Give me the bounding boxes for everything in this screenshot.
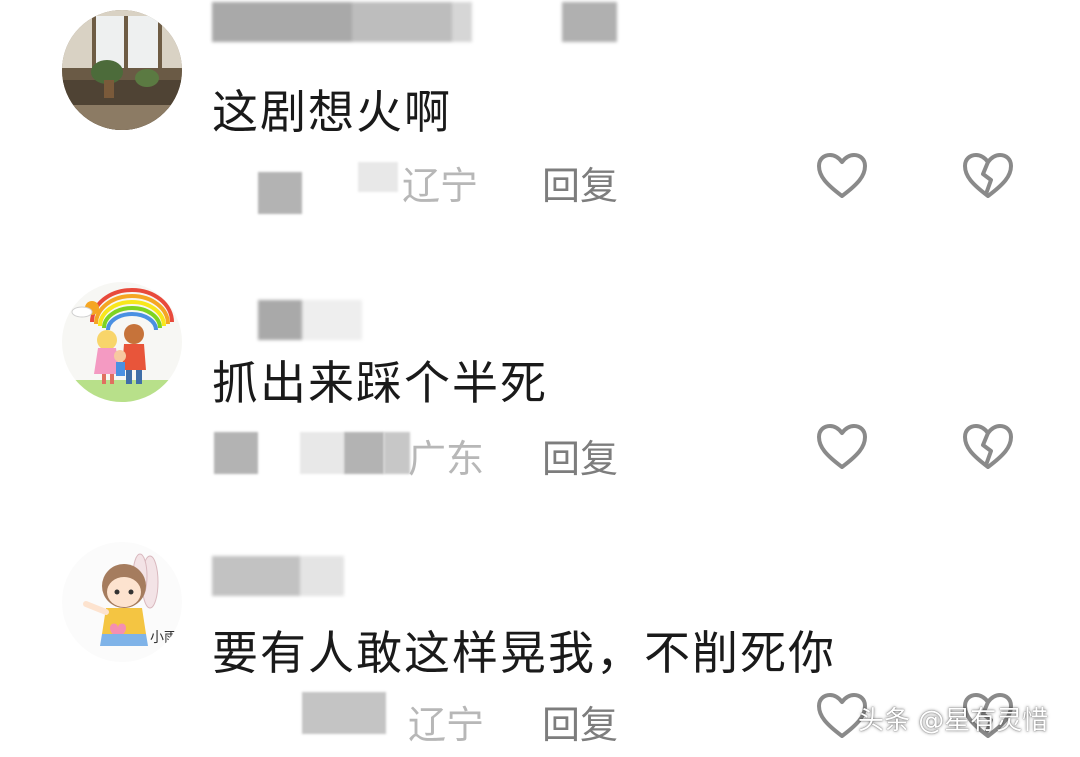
- avatar-image: [62, 10, 182, 130]
- meta-redacted: [258, 162, 408, 216]
- comment-text: 要有人敢这样晃我，不削死你: [212, 626, 836, 680]
- meta-redacted: [214, 432, 414, 476]
- broken-heart-icon: [963, 424, 1013, 469]
- heart-outline-icon: [817, 153, 867, 198]
- reply-button[interactable]: 回复: [542, 155, 618, 210]
- reply-button[interactable]: 回复: [542, 428, 618, 483]
- broken-heart-icon: [963, 153, 1013, 198]
- meta-redacted: [302, 692, 402, 736]
- reply-button[interactable]: 回复: [542, 694, 618, 749]
- dislike-button[interactable]: [962, 152, 1014, 200]
- username-redacted: [212, 556, 352, 600]
- dislike-button[interactable]: [962, 423, 1014, 471]
- heart-outline-icon: [817, 424, 867, 469]
- comment-text: 这剧想火啊: [212, 85, 452, 139]
- comment-text: 抓出来踩个半死: [212, 356, 548, 410]
- like-button[interactable]: [816, 423, 868, 471]
- comment-item: 抓出来踩个半死 广东 回复: [0, 270, 1080, 510]
- comment-item: 这剧想火啊 辽宁 回复: [0, 0, 1080, 250]
- avatar-caption: 小雨: [150, 630, 178, 646]
- avatar[interactable]: [62, 282, 182, 402]
- avatar-image: 小雨: [62, 542, 182, 662]
- avatar-image: [62, 282, 182, 402]
- location-label: 辽宁: [408, 703, 485, 747]
- username-redacted: [258, 300, 458, 344]
- avatar[interactable]: [62, 10, 182, 130]
- watermark: 头条 @星有灵惜: [858, 706, 1049, 736]
- like-button[interactable]: [816, 152, 868, 200]
- location-label: 广东: [408, 437, 485, 481]
- username-redacted: [212, 2, 617, 46]
- location-label: 辽宁: [402, 164, 479, 208]
- avatar[interactable]: 小雨: [62, 542, 182, 662]
